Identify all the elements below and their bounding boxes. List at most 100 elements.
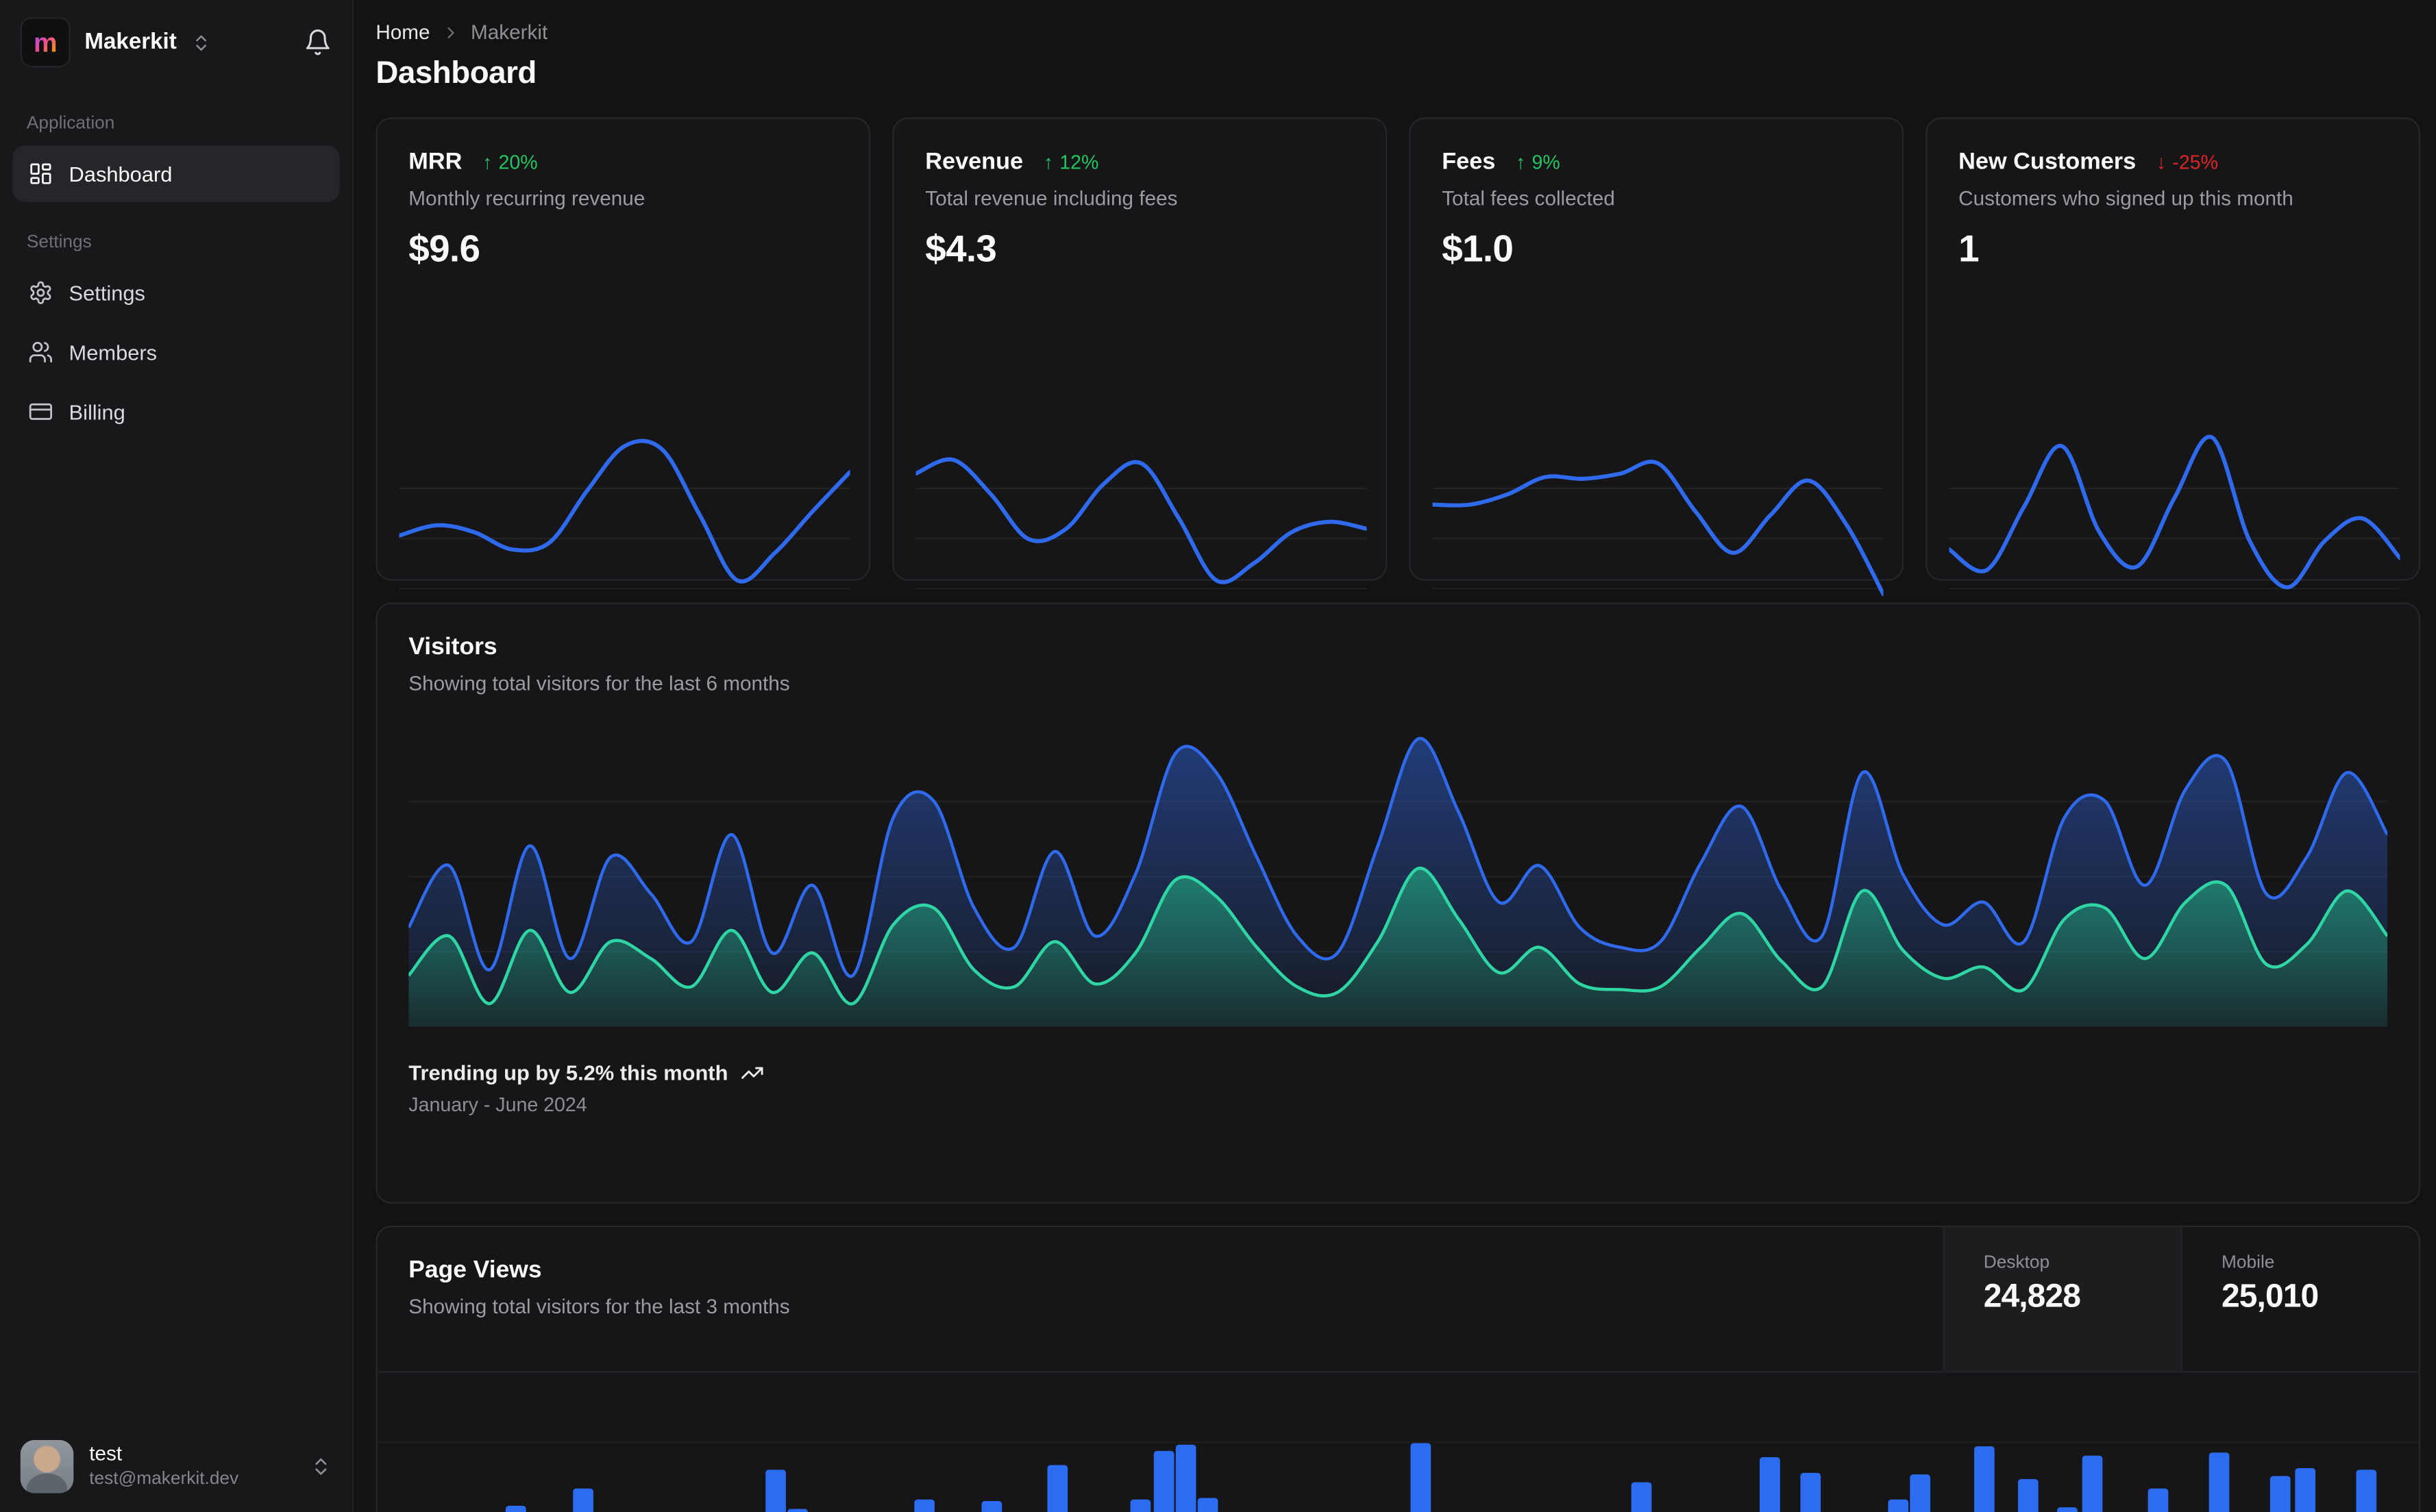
user-menu[interactable]: test test@makerkit.dev	[0, 1422, 352, 1512]
visitors-card: Visitors Showing total visitors for the …	[376, 602, 2421, 1204]
stat-subtitle: Total fees collected	[1442, 186, 1615, 210]
visitors-footer: Trending up by 5.2% this month January -…	[408, 1061, 2387, 1116]
bar	[1130, 1499, 1151, 1512]
stat-card-mrr: MRR ↑ 20% Monthly recurring revenue $9.6 …	[376, 117, 871, 640]
workspace-switcher[interactable]: m Makerkit	[0, 0, 352, 83]
sidebar-item-billing[interactable]: Billing	[12, 384, 340, 440]
sidebar-item-label: Billing	[69, 399, 125, 424]
new-customers-sparkline-chart: July 24September 24December 24	[1949, 417, 2400, 640]
bar	[1198, 1498, 1218, 1512]
stat-cards-row: MRR ↑ 20% Monthly recurring revenue $9.6 …	[376, 117, 2421, 640]
stat-value: 1	[1958, 228, 1980, 271]
sidebar-item-label: Settings	[69, 281, 145, 305]
sidebar-section-application: Application	[26, 114, 115, 134]
gridline	[377, 1441, 2419, 1443]
toggle-label: Mobile	[2221, 1254, 2275, 1273]
sidebar-item-members[interactable]: Members	[12, 324, 340, 380]
stat-card-fees: Fees ↑9% Total fees collected $1.0 July …	[1409, 117, 1904, 640]
trend-up-icon: ↑	[1043, 151, 1054, 173]
chevrons-up-down-icon	[310, 1456, 332, 1478]
sidebar-nav-application: Dashboard	[0, 145, 352, 202]
trend-up-icon: ↑	[482, 151, 493, 173]
trend-badge: ↑ 12%	[1043, 151, 1099, 173]
bar	[2269, 1476, 2291, 1512]
page-views-header: Page Views Showing total visitors for th…	[377, 1227, 2419, 1373]
bar	[914, 1499, 935, 1512]
sidebar-item-settings[interactable]: Settings	[12, 264, 340, 321]
main-content: Home Makerkit Dashboard MRR ↑ 20% Monthly…	[354, 0, 2436, 1512]
breadcrumb: Home Makerkit	[376, 21, 2420, 44]
stat-title: Revenue	[925, 149, 1024, 175]
dashboard-page: m Makerkit Application Dashboard Setting…	[0, 0, 2436, 1512]
bar	[1630, 1482, 1651, 1512]
bar	[1410, 1443, 1431, 1512]
sidebar: m Makerkit Application Dashboard Setting…	[0, 0, 354, 1512]
revenue-sparkline-chart: July 24September 24December 24	[915, 417, 1367, 640]
toggle-value: 25,010	[2221, 1278, 2319, 1315]
sidebar-item-dashboard[interactable]: Dashboard	[12, 145, 340, 202]
bar	[2294, 1468, 2315, 1512]
bar	[765, 1470, 786, 1512]
stat-value: $1.0	[1442, 228, 1514, 271]
sidebar-nav-settings: Settings Members Billing	[0, 264, 352, 440]
stat-value: $9.6	[408, 228, 480, 271]
page-title: Dashboard	[376, 56, 537, 91]
bar	[2082, 1455, 2102, 1512]
bar	[1046, 1465, 1068, 1512]
makerkit-logo: m	[20, 17, 71, 68]
visitors-area-chart	[408, 726, 2388, 1027]
sidebar-item-label: Dashboard	[69, 162, 173, 186]
bar	[1888, 1499, 1909, 1512]
avatar	[20, 1439, 74, 1494]
stat-title: Fees	[1442, 149, 1496, 175]
stat-card-new-customers: New Customers ↓ -25% Customers who signed…	[1926, 117, 2421, 640]
bar	[573, 1488, 594, 1512]
bar	[1910, 1474, 1931, 1512]
users-icon	[28, 340, 53, 365]
stat-subtitle: Total revenue including fees	[925, 186, 1178, 210]
stat-value: $4.3	[925, 228, 997, 271]
breadcrumb-current: Makerkit	[470, 20, 548, 44]
user-name: test	[89, 1441, 123, 1465]
bar	[2147, 1488, 2168, 1512]
bar	[787, 1509, 809, 1512]
stat-subtitle: Customers who signed up this month	[1958, 186, 2293, 210]
bar	[981, 1501, 1002, 1512]
credit-card-icon	[28, 399, 53, 425]
bar	[2018, 1479, 2039, 1512]
stat-title: MRR	[408, 149, 463, 175]
bell-icon[interactable]	[304, 28, 332, 56]
visitors-title: Visitors	[408, 634, 497, 661]
bar	[2208, 1452, 2229, 1512]
trending-up-icon	[741, 1061, 764, 1085]
stat-title: New Customers	[1958, 149, 2137, 175]
bar	[1759, 1457, 1780, 1512]
chevron-right-icon	[441, 23, 460, 41]
workspace-name: Makerkit	[84, 29, 177, 55]
chevrons-up-down-icon	[190, 32, 211, 53]
page-views-card: Page Views Showing total visitors for th…	[376, 1225, 2421, 1512]
toggle-label: Desktop	[1983, 1254, 2050, 1273]
bar	[1175, 1444, 1196, 1512]
visitors-subtitle: Showing total visitors for the last 6 mo…	[408, 671, 790, 695]
trend-up-icon: ↑	[1516, 151, 1526, 173]
fees-sparkline-chart: July 24September 24December 24	[1432, 417, 1884, 640]
stat-card-revenue: Revenue ↑ 12% Total revenue including fee…	[892, 117, 1388, 640]
visitors-trend-text: Trending up by 5.2% this month	[408, 1061, 728, 1085]
page-views-title: Page Views	[408, 1256, 542, 1284]
sidebar-item-label: Members	[69, 340, 158, 364]
trend-badge: ↓ -25%	[2156, 151, 2218, 173]
gear-icon	[28, 280, 53, 306]
trend-badge: ↑ 20%	[482, 151, 538, 173]
trend-down-icon: ↓	[2156, 151, 2167, 173]
visitors-date-range: January - June 2024	[408, 1094, 587, 1116]
sidebar-section-settings: Settings	[26, 233, 92, 252]
stat-subtitle: Monthly recurring revenue	[408, 186, 645, 210]
user-email: test@makerkit.dev	[89, 1470, 239, 1489]
mrr-sparkline-chart: July 24September 24December 24	[399, 417, 850, 640]
toggle-mobile[interactable]: Mobile 25,010	[2180, 1227, 2419, 1372]
breadcrumb-home-link[interactable]: Home	[376, 21, 430, 44]
toggle-value: 24,828	[1983, 1278, 2081, 1315]
toggle-desktop[interactable]: Desktop 24,828	[1943, 1227, 2181, 1372]
page-views-subtitle: Showing total visitors for the last 3 mo…	[408, 1294, 790, 1318]
